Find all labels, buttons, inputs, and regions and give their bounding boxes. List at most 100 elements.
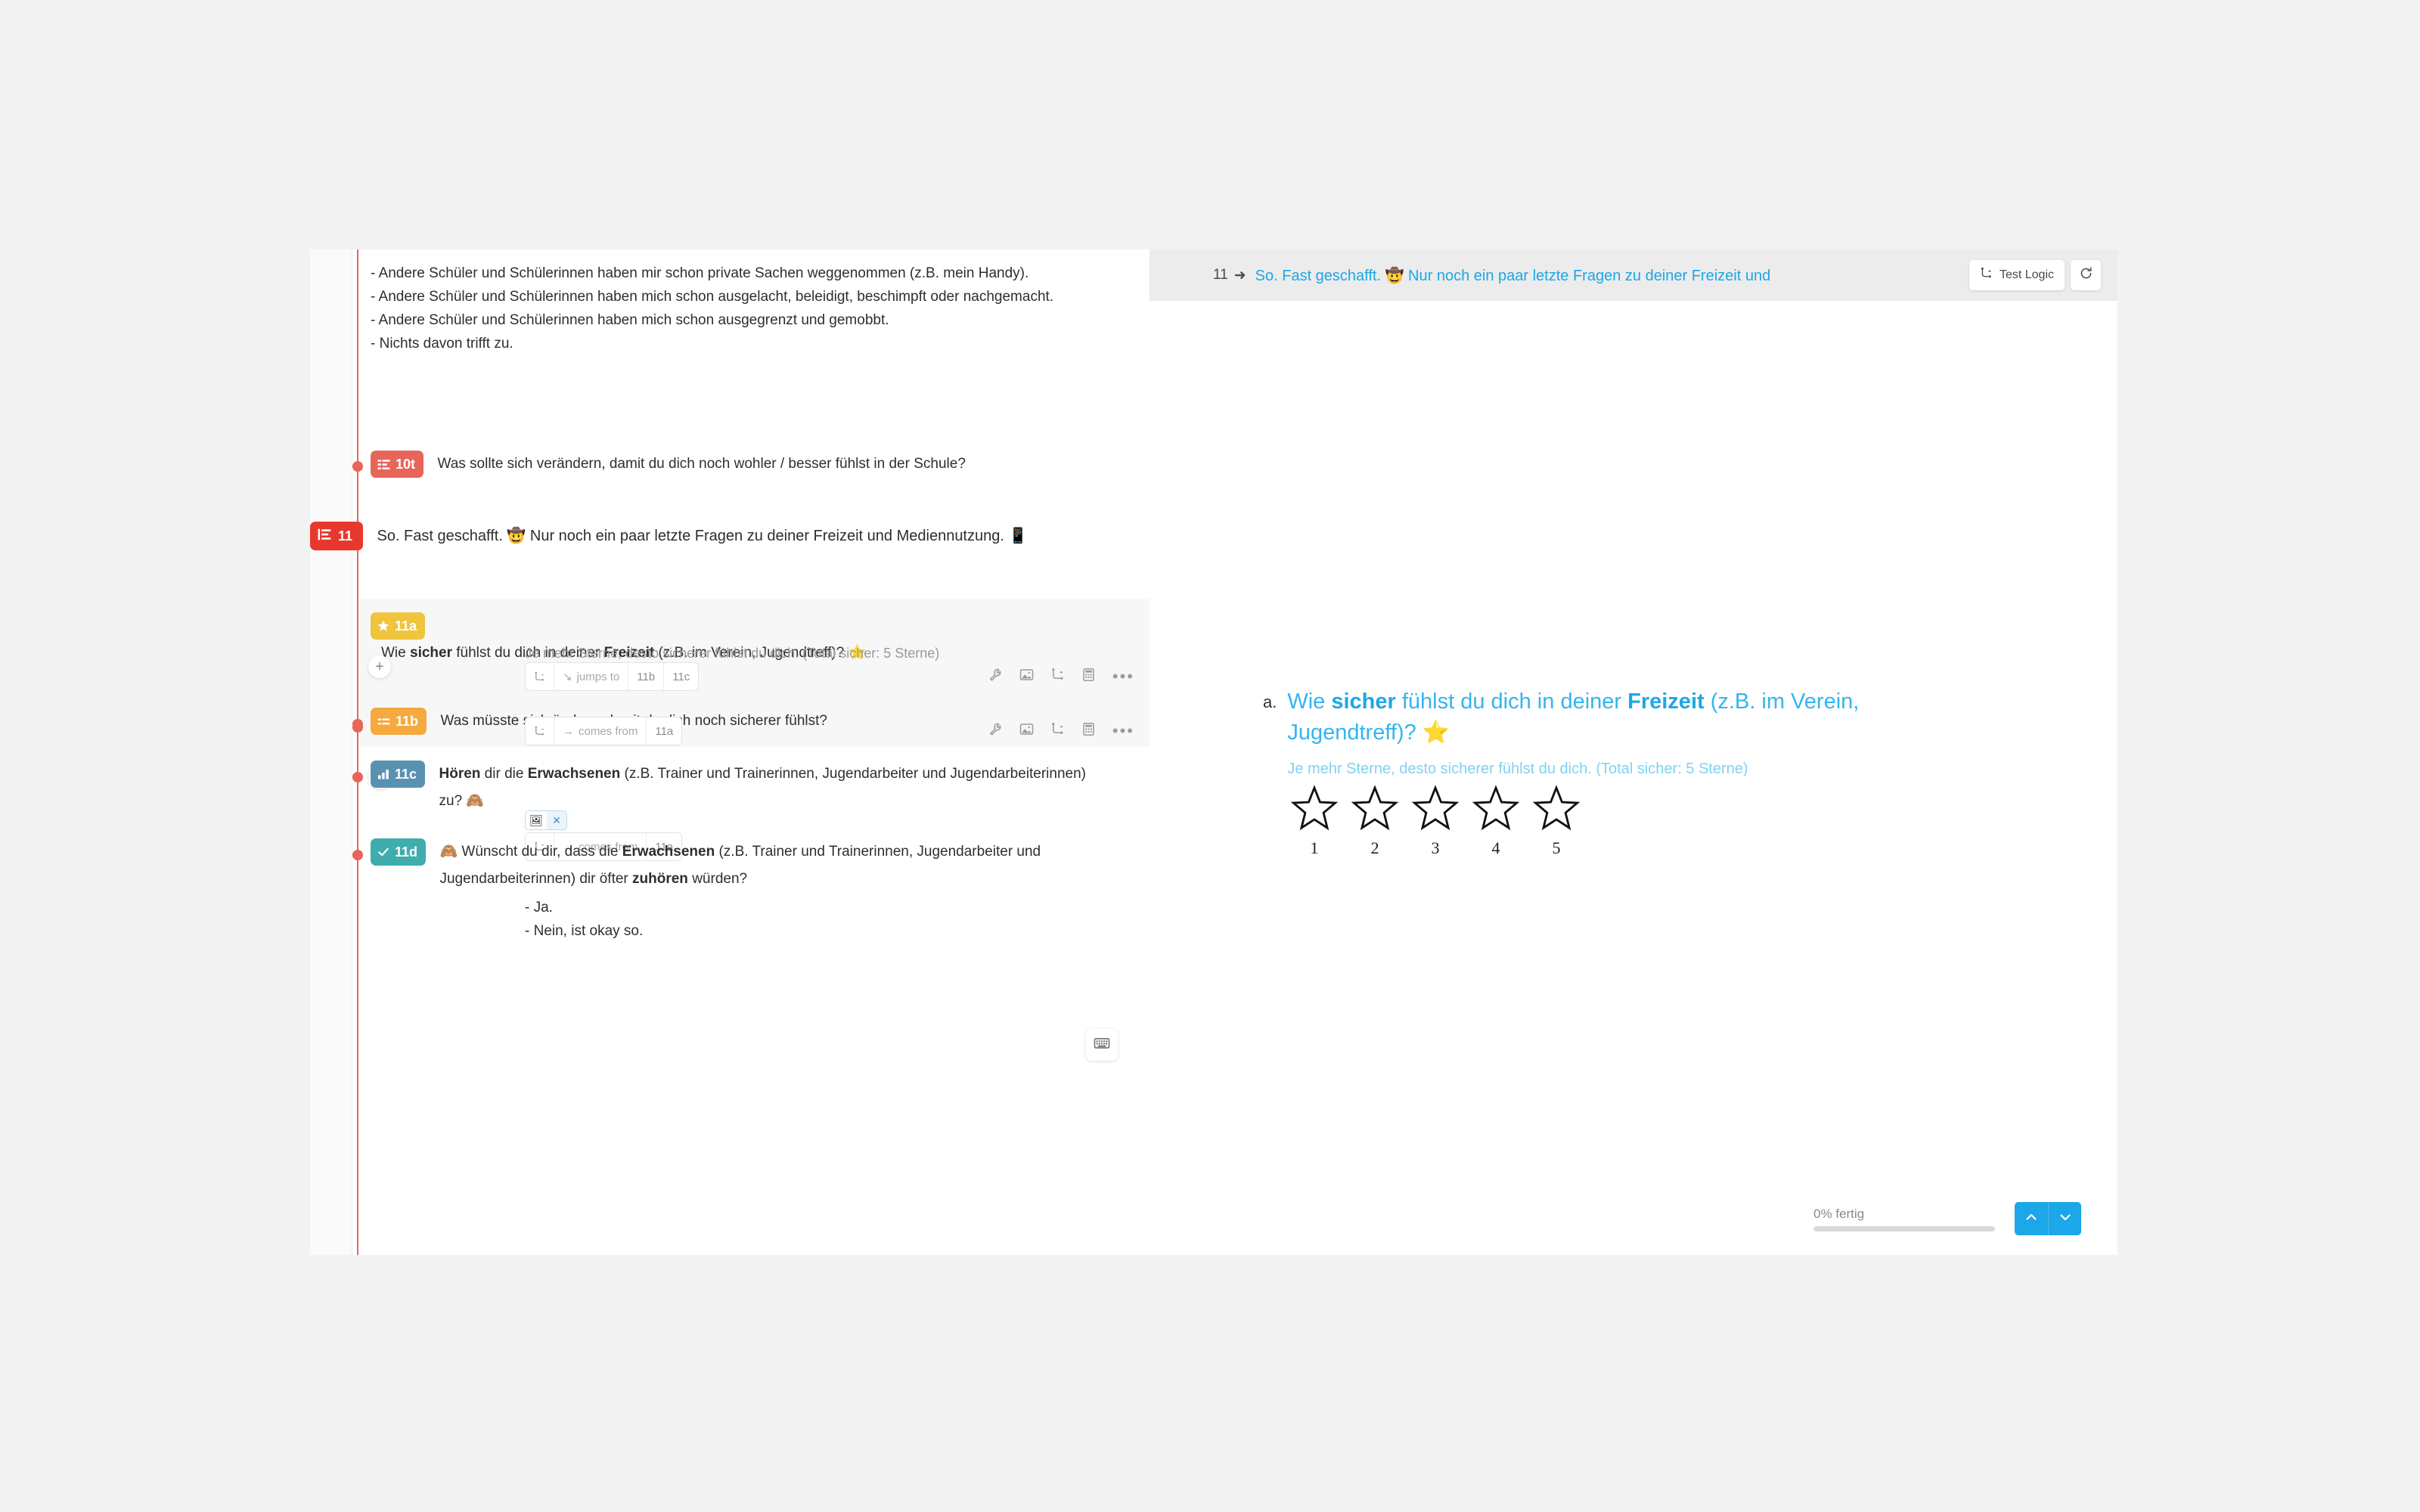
question-badge-10t[interactable]: 10t [371, 451, 424, 478]
question-row-11d[interactable]: 11d 🙈 Wünscht du dir, dass die Erwachsen… [371, 838, 1134, 893]
preview-question-text: Wie sicher fühlst du dich in deiner Frei… [1287, 689, 1860, 745]
preview-section-number: 11 [1213, 267, 1228, 283]
answer-options-11d: - Ja. - Nein, ist okay so. [525, 896, 1145, 943]
star-option[interactable]: 2 [1351, 785, 1399, 858]
next-question-button[interactable] [2048, 1202, 2081, 1235]
star-outline-icon[interactable] [1472, 785, 1520, 835]
option-line: - Andere Schüler und Schülerinnen haben … [371, 312, 889, 328]
question-row-11c[interactable]: 11c Hören dir die Erwachsenen (z.B. Trai… [371, 761, 1134, 815]
answer-option: - Nein, ist okay so. [525, 923, 644, 939]
star-outline-icon[interactable] [1532, 785, 1581, 835]
question-badge-11c[interactable]: 11c [371, 761, 426, 788]
logic-icon[interactable] [526, 663, 554, 690]
previous-question-options: - Andere Schüler und Schülerinnen haben … [371, 262, 1134, 355]
option-line: - Andere Schüler und Schülerinnen haben … [371, 265, 1029, 281]
star-outline-icon[interactable] [1351, 785, 1399, 835]
answer-option: - Ja. [525, 900, 553, 916]
wrench-icon[interactable] [988, 722, 1003, 740]
section-text-11: So. Fast geschafft. 🤠 Nur noch ein paar … [377, 528, 1028, 544]
logic-timeline [357, 249, 358, 1255]
timeline-dot-10t [352, 461, 363, 472]
more-icon[interactable]: ••• [1112, 668, 1134, 685]
question-badge-11a[interactable]: 11a [371, 612, 426, 640]
image-icon[interactable] [1019, 668, 1034, 686]
logic-icon [1980, 267, 1993, 284]
question-attachment-11c: 🖼 ✕ [525, 810, 567, 830]
question-row-10t[interactable]: 10t Was sollte sich verändern, damit du … [371, 451, 1134, 478]
star-outline-icon[interactable] [1411, 785, 1460, 835]
star-option[interactable]: 4 [1472, 785, 1520, 858]
keyboard-shortcut-button[interactable] [1086, 1029, 1118, 1061]
question-toolbar-11a: ↘ jumps to 11b 11c ••• [525, 662, 1134, 692]
preview-question-marker: a. [1263, 692, 1277, 711]
logic-relation-11b[interactable]: → comes from [554, 717, 647, 745]
timeline-dot-11d [352, 850, 363, 860]
question-code-11c: 11c [395, 766, 417, 782]
logic-target-chip[interactable]: 11c [664, 663, 698, 690]
question-text-11d: 🙈 Wünscht du dir, dass die Erwachsenen (… [439, 844, 1041, 887]
image-icon[interactable] [1019, 722, 1034, 740]
logic-relation-11a[interactable]: ↘ jumps to [554, 663, 629, 690]
logic-icon[interactable] [1050, 722, 1065, 740]
survey-editor-panel: - Andere Schüler und Schülerinnen haben … [310, 249, 1150, 1255]
progress-track [1813, 1225, 1995, 1232]
timeline-dot-11b [352, 719, 363, 730]
preview-body: a. Wie sicher fühlst du dich in deiner F… [1150, 301, 2118, 1255]
choice-list-icon [377, 458, 390, 471]
logic-chipgroup-11a[interactable]: ↘ jumps to 11b 11c [525, 662, 700, 691]
option-line: - Andere Schüler und Schülerinnen haben … [371, 289, 1054, 305]
section-icon [318, 528, 331, 545]
question-text-10t: Was sollte sich verändern, damit du dich… [437, 456, 966, 472]
wrench-icon[interactable] [988, 668, 1003, 686]
more-icon[interactable]: ••• [1112, 723, 1134, 739]
star-label: 1 [1310, 838, 1319, 857]
calculator-icon[interactable] [1081, 722, 1096, 740]
app-screen: - Andere Schüler und Schülerinnen haben … [0, 0, 2420, 1512]
question-tools-11b: ••• [988, 722, 1134, 740]
section-header-11[interactable]: 11 So. Fast geschafft. 🤠 Nur noch ein pa… [310, 522, 1142, 550]
star-rating-input[interactable]: 1 2 3 4 5 [1290, 785, 1581, 858]
previous-question-button[interactable] [2015, 1202, 2048, 1235]
progress-label: 0% fertig [1813, 1206, 1865, 1221]
progress-indicator: 0% fertig [1813, 1207, 1995, 1232]
keyboard-icon [1094, 1035, 1110, 1055]
star-label: 4 [1491, 838, 1500, 857]
attachment-chip-11c[interactable]: 🖼 ✕ [525, 810, 567, 830]
preview-footer: 0% fertig [1150, 1182, 2118, 1255]
survey-preview-panel: 11 ➜ So. Fast geschafft. 🤠 Nur noch ein … [1150, 249, 2118, 1255]
chevron-down-icon [2058, 1210, 2073, 1228]
logic-relation-label-11a: jumps to [576, 670, 620, 683]
test-logic-button[interactable]: Test Logic [1969, 260, 2065, 290]
question-code-11a: 11a [395, 618, 417, 634]
option-line: - Nichts davon trifft zu. [371, 336, 513, 352]
section-code-11: 11 [338, 528, 353, 544]
add-question-button[interactable]: + [368, 655, 391, 678]
section-badge-11[interactable]: 11 [310, 522, 364, 550]
question-badge-11d[interactable]: 11d [371, 838, 427, 866]
calculator-icon[interactable] [1081, 668, 1096, 686]
timeline-dot-11c [352, 772, 363, 782]
star-option[interactable]: 1 [1290, 785, 1339, 858]
logic-chipgroup-11b[interactable]: → comes from 11a [525, 717, 683, 745]
refresh-icon [2079, 266, 2093, 284]
logic-target-chip[interactable]: 11b [628, 663, 665, 690]
preview-header: 11 ➜ So. Fast geschafft. 🤠 Nur noch ein … [1150, 249, 2118, 301]
star-label: 5 [1552, 838, 1561, 857]
logic-source-chip[interactable]: 11a [647, 717, 681, 745]
incoming-arrow-icon: → [563, 724, 574, 738]
question-code-11b: 11b [396, 713, 419, 729]
preview-nav-buttons [2015, 1202, 2081, 1235]
star-rating-icon [377, 620, 389, 632]
question-badge-11b[interactable]: 11b [371, 708, 427, 735]
star-outline-icon[interactable] [1290, 785, 1339, 835]
star-option[interactable]: 5 [1532, 785, 1581, 858]
logic-icon[interactable] [526, 717, 554, 745]
question-toolbar-11b: → comes from 11a ••• [525, 716, 1134, 746]
plus-icon: + [375, 658, 384, 675]
question-code-11d: 11d [395, 844, 418, 860]
refresh-preview-button[interactable] [2071, 260, 2101, 290]
remove-attachment-button[interactable]: ✕ [547, 811, 566, 829]
logic-icon[interactable] [1050, 668, 1065, 686]
star-option[interactable]: 3 [1411, 785, 1460, 858]
preview-question-subtitle: Je mehr Sterne, desto sicherer fühlst du… [1287, 761, 1748, 777]
